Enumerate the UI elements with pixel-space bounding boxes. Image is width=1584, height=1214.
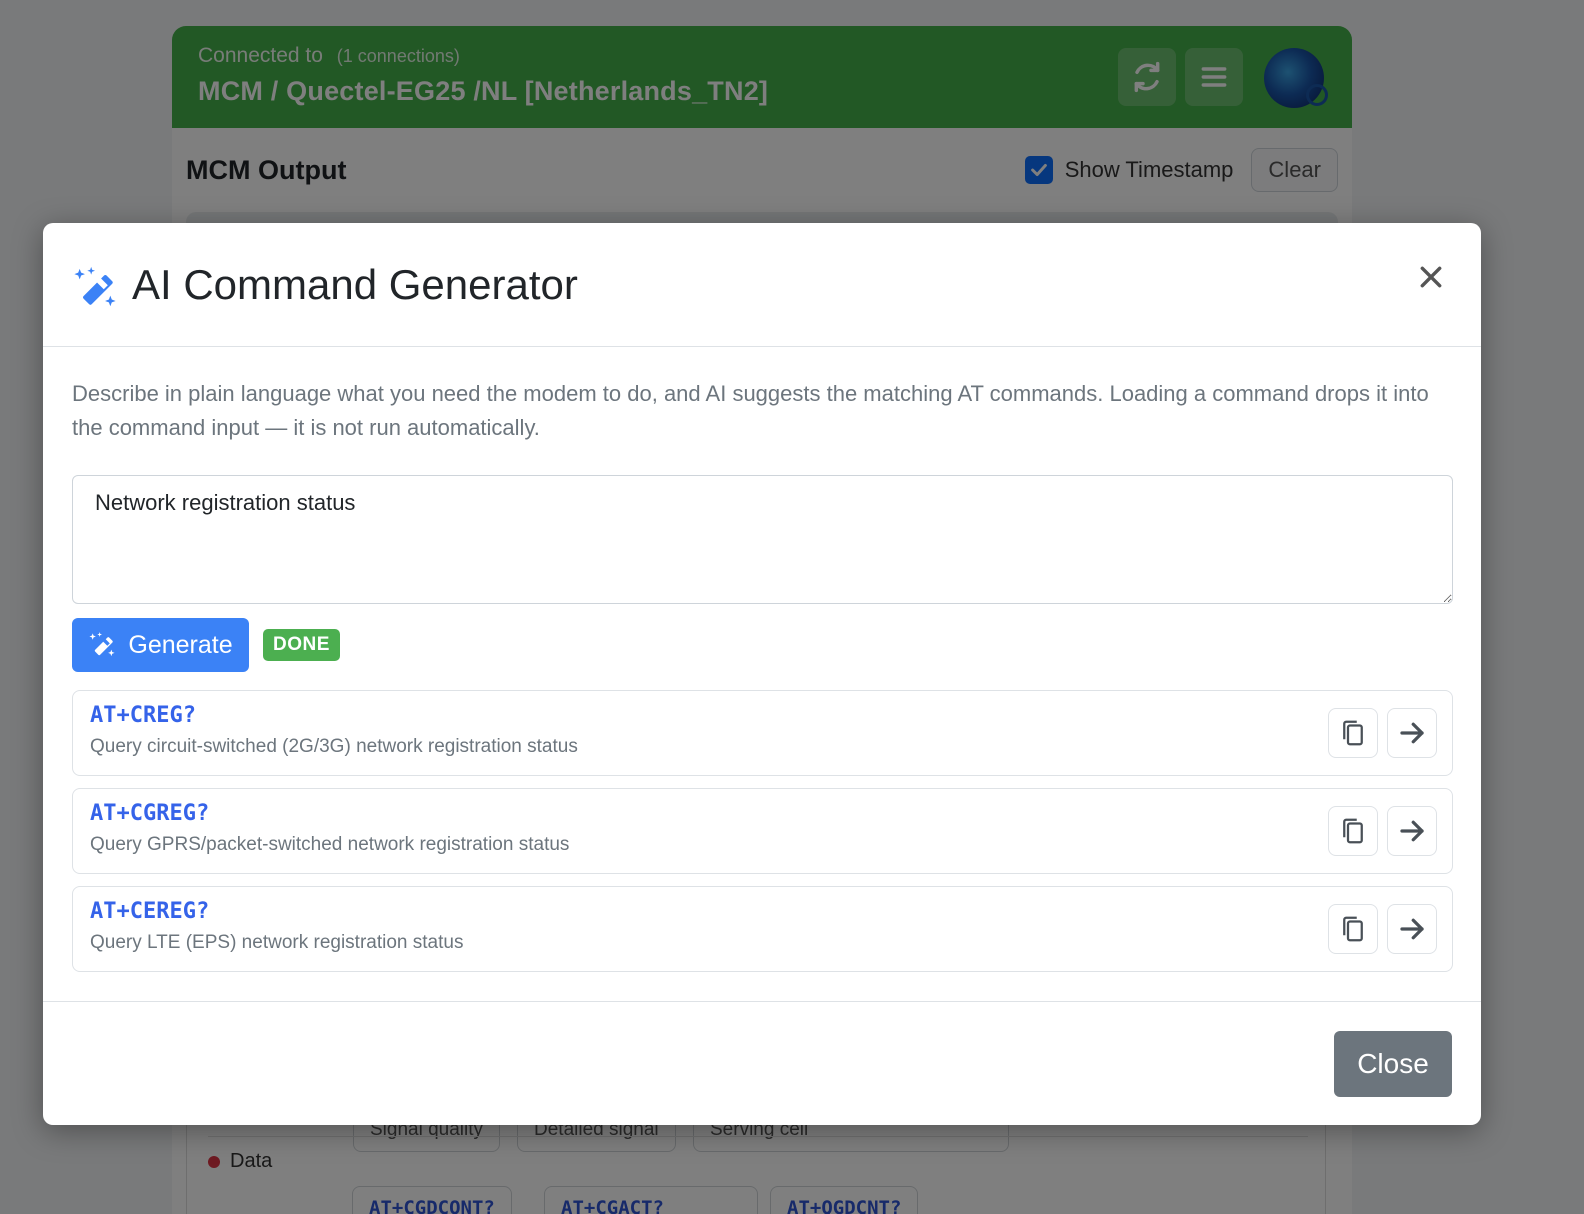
result-item: AT+CREG? Query circuit-switched (2G/3G) … bbox=[72, 690, 1453, 776]
copy-button[interactable] bbox=[1328, 708, 1378, 758]
load-command-button[interactable] bbox=[1387, 708, 1437, 758]
result-item: AT+CGREG? Query GPRS/packet-switched net… bbox=[72, 788, 1453, 874]
result-command: AT+CGREG? bbox=[90, 801, 210, 826]
prompt-input[interactable]: Network registration status bbox=[72, 475, 1453, 604]
results-list: AT+CREG? Query circuit-switched (2G/3G) … bbox=[72, 690, 1453, 972]
modal-footer: Close bbox=[43, 1001, 1481, 1125]
result-command: AT+CEREG? bbox=[90, 899, 210, 924]
close-button[interactable]: Close bbox=[1334, 1031, 1452, 1097]
wand-sparkles-icon bbox=[74, 266, 116, 306]
close-icon[interactable] bbox=[1411, 257, 1451, 297]
copy-button[interactable] bbox=[1328, 806, 1378, 856]
generate-row: Generate DONE bbox=[72, 618, 1452, 672]
result-item: AT+CEREG? Query LTE (EPS) network regist… bbox=[72, 886, 1453, 972]
generate-button[interactable]: Generate bbox=[72, 618, 249, 672]
result-description: Query circuit-switched (2G/3G) network r… bbox=[90, 736, 578, 757]
arrow-right-icon bbox=[1400, 722, 1424, 744]
copy-icon bbox=[1343, 818, 1363, 844]
description-text: Describe in plain language what you need… bbox=[72, 381, 1429, 440]
result-description: Query LTE (EPS) network registration sta… bbox=[90, 932, 464, 953]
modal-body: Describe in plain language what you need… bbox=[43, 347, 1481, 972]
copy-icon bbox=[1343, 916, 1363, 942]
load-command-button[interactable] bbox=[1387, 904, 1437, 954]
arrow-right-icon bbox=[1400, 820, 1424, 842]
arrow-right-icon bbox=[1400, 918, 1424, 940]
generate-label: Generate bbox=[128, 630, 233, 659]
copy-icon bbox=[1343, 720, 1363, 746]
ai-command-generator-modal: AI Command Generator Describe in plain l… bbox=[43, 223, 1481, 1125]
load-command-button[interactable] bbox=[1387, 806, 1437, 856]
modal-header: AI Command Generator bbox=[43, 223, 1481, 347]
status-badge: DONE bbox=[263, 629, 340, 661]
copy-button[interactable] bbox=[1328, 904, 1378, 954]
result-command: AT+CREG? bbox=[90, 703, 196, 728]
result-description: Query GPRS/packet-switched network regis… bbox=[90, 834, 570, 855]
modal-title: AI Command Generator bbox=[132, 260, 578, 308]
wand-sparkles-icon bbox=[89, 632, 115, 657]
